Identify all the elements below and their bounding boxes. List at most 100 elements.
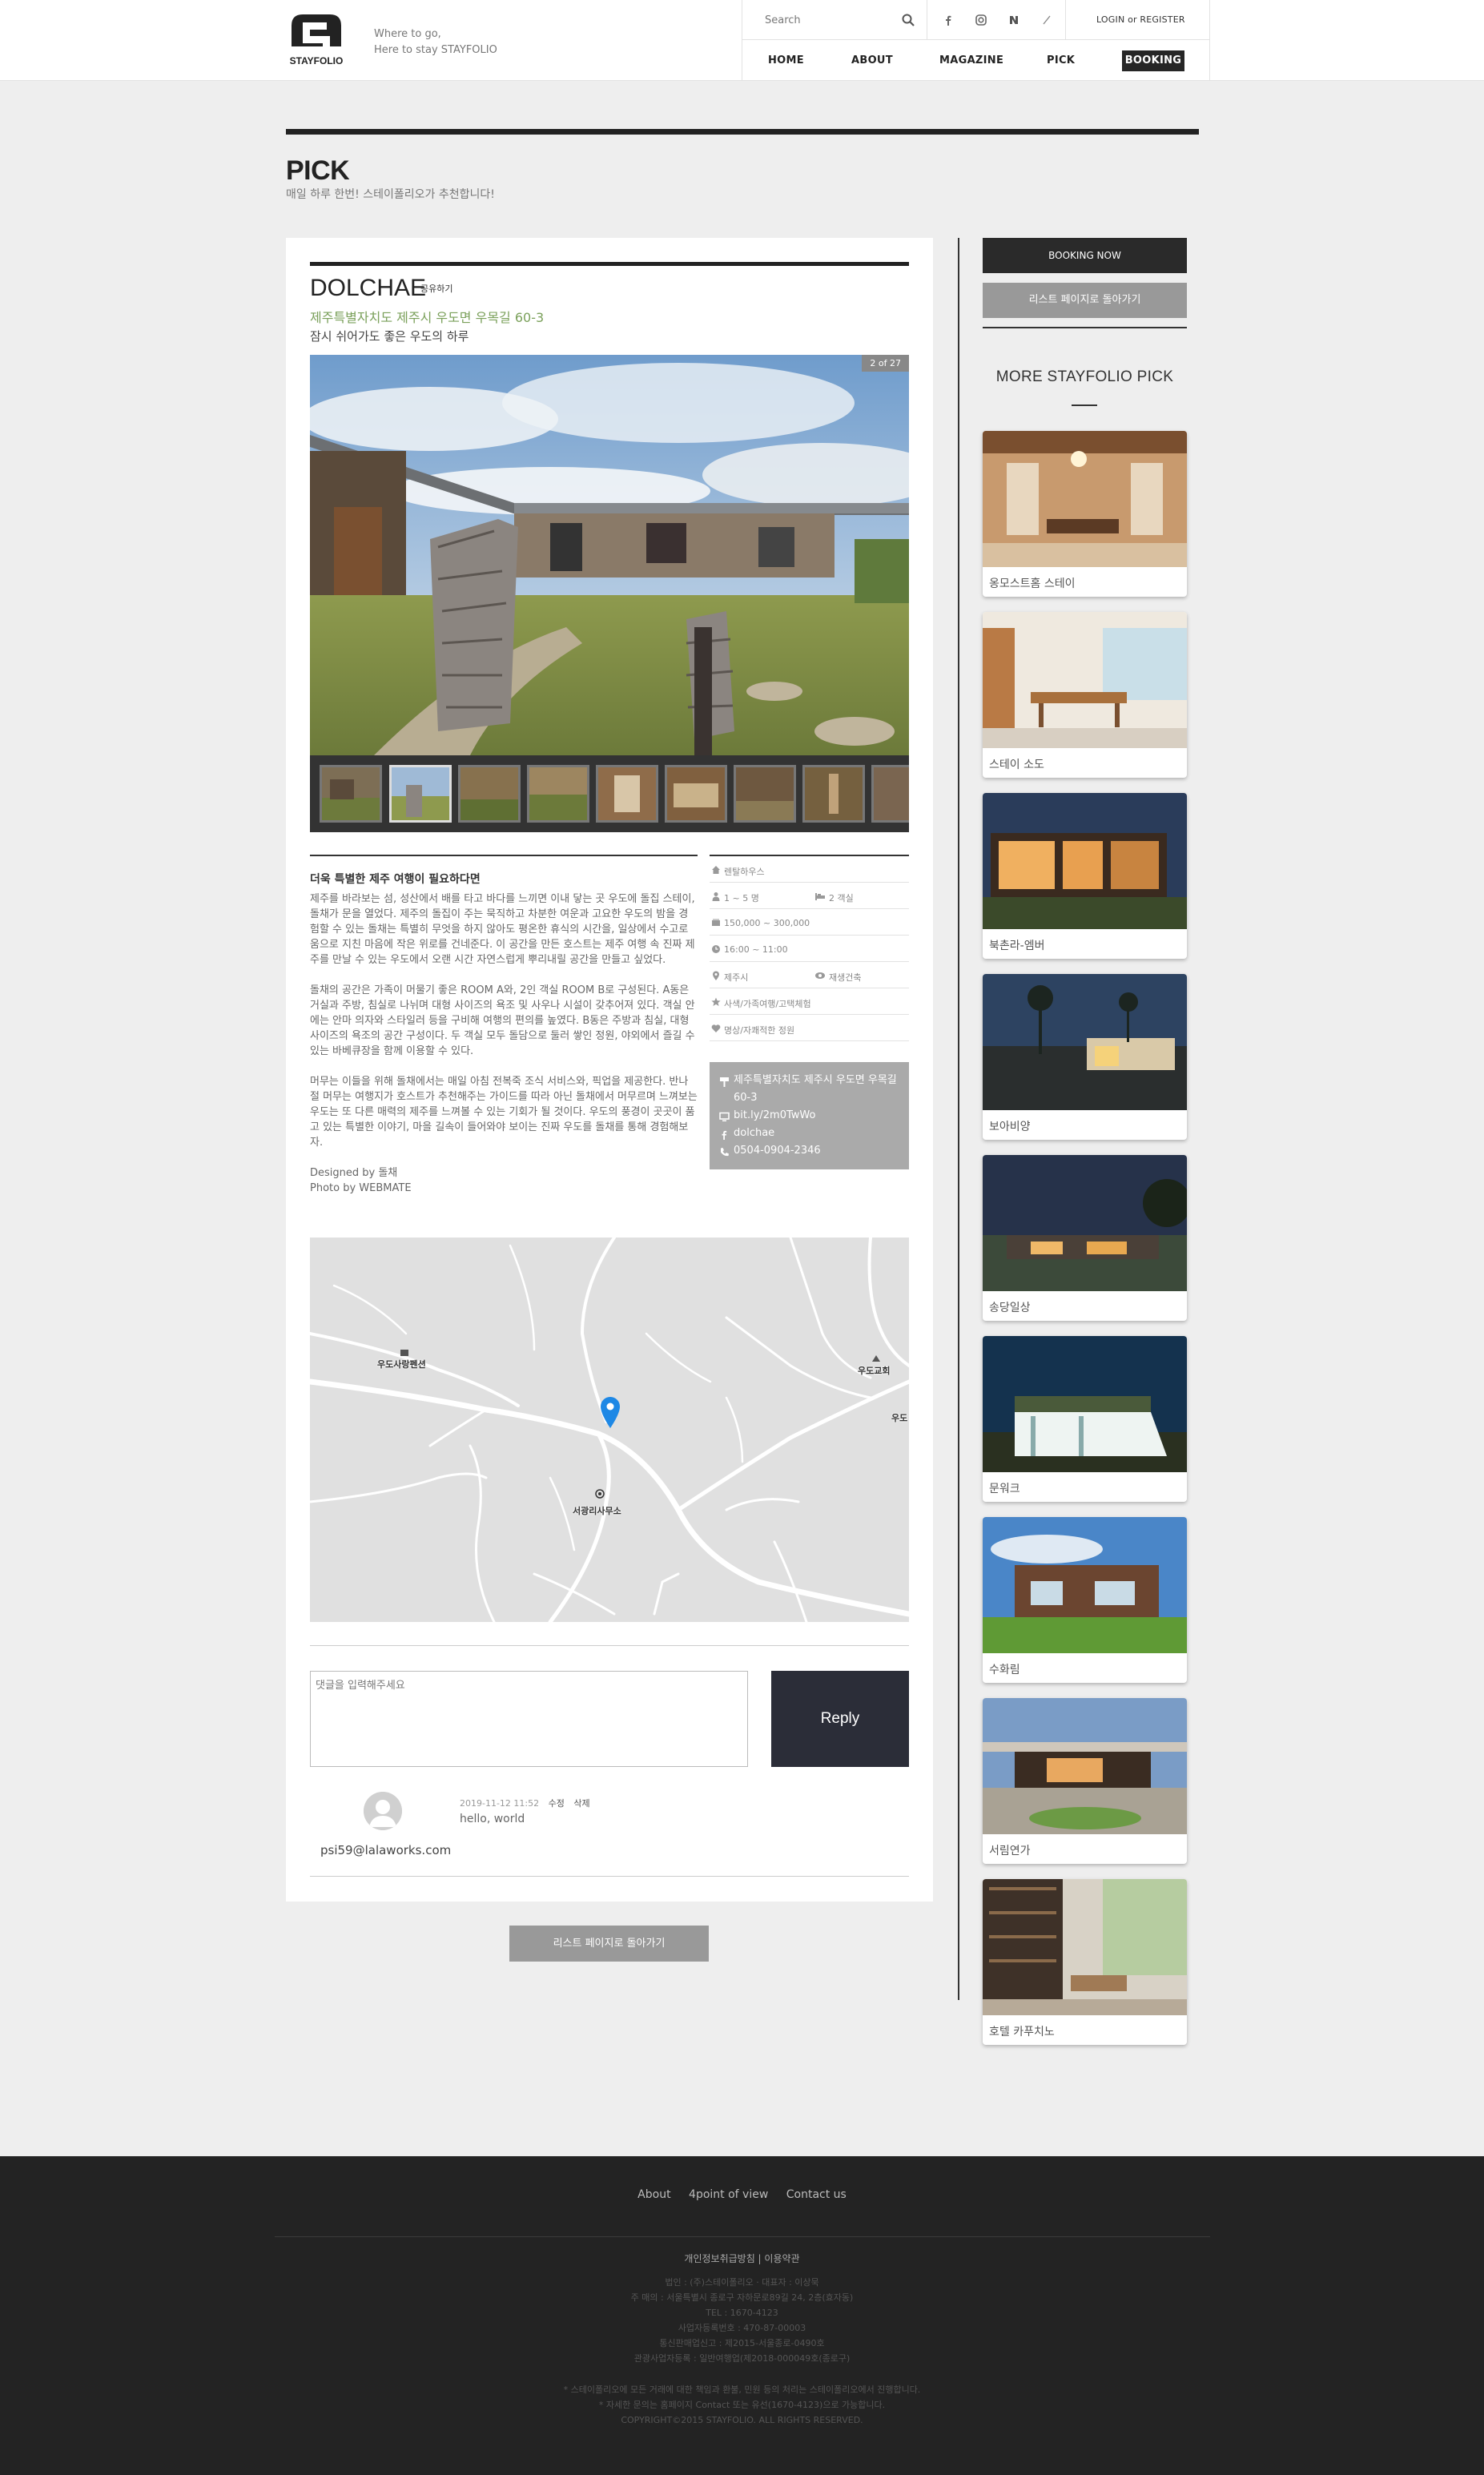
contact-facebook[interactable]: dolchae — [719, 1125, 899, 1142]
heart-icon — [711, 1024, 721, 1033]
pick-card[interactable]: 문워크 — [983, 1336, 1187, 1502]
info-row-region: 제주시 재생건축 — [710, 962, 909, 988]
footer-link-about[interactable]: About — [637, 2188, 670, 2201]
info-price: 150,000 ~ 300,000 — [724, 918, 810, 928]
pick-card[interactable]: 송당일상 — [983, 1155, 1187, 1321]
pick-card[interactable]: 스테이 소도 — [983, 612, 1187, 778]
stayfolio-logo[interactable]: STAYFOLIO — [287, 11, 346, 69]
hero-photo[interactable]: 2 of 27 — [310, 355, 909, 755]
pick-card[interactable]: 수화림 — [983, 1517, 1187, 1683]
footer-link-contact[interactable]: Contact us — [786, 2188, 847, 2201]
divider — [1065, 0, 1066, 40]
thumbnail[interactable] — [802, 765, 865, 823]
pick-card[interactable]: 서림연가 — [983, 1698, 1187, 1864]
bed-icon — [814, 891, 826, 901]
search-input[interactable] — [765, 11, 885, 29]
pick-image — [983, 1879, 1187, 2015]
pick-card[interactable]: 보아비양 — [983, 974, 1187, 1140]
more-picks-dash — [1072, 404, 1097, 406]
comment-rule — [310, 1876, 909, 1877]
pick-image — [983, 1698, 1187, 1834]
map-pin-icon[interactable] — [600, 1396, 621, 1428]
tagline: Where to go, Here to stay STAYFOLIO — [374, 26, 497, 58]
description-paragraph: 돌채의 공간은 가족이 머물기 좋은 ROOM A와, 2인 객실 ROOM B… — [310, 984, 695, 1057]
pick-image — [983, 1336, 1187, 1472]
pick-card[interactable]: 옹모스트홈 스테이 — [983, 431, 1187, 597]
contact-facebook-text[interactable]: dolchae — [734, 1127, 774, 1139]
tagline-line-1: Where to go, — [374, 28, 441, 40]
thumbnail[interactable] — [320, 765, 382, 823]
title-rule — [286, 129, 1199, 135]
facebook-icon[interactable] — [941, 13, 955, 27]
footer-notice-line: * 자세한 문의는 홈페이지 Contact 또는 유선(1670-4123)으… — [598, 2400, 886, 2410]
back-to-list-button[interactable]: 리스트 페이지로 돌아가기 — [509, 1926, 709, 1962]
booking-now-button[interactable]: BOOKING NOW — [983, 238, 1187, 273]
contact-website[interactable]: bit.ly/2m0TwWo — [719, 1107, 899, 1125]
comment-delete-link[interactable]: 삭제 — [573, 1798, 589, 1809]
naver-blog-icon[interactable] — [1007, 13, 1021, 27]
comment-user: psi59@lalaworks.com — [320, 1843, 452, 1857]
footer-rule — [275, 2236, 1210, 2237]
contact-phone[interactable]: 0504-0904-2346 — [719, 1142, 899, 1160]
nav-home[interactable]: HOME — [768, 54, 804, 66]
comment-input[interactable] — [310, 1671, 748, 1767]
info-row-feature1: 사색/가족여행/고택체험 — [710, 988, 909, 1015]
thumbnail[interactable] — [458, 765, 521, 823]
avatar — [364, 1792, 402, 1830]
share-link[interactable]: 공유하기 — [420, 282, 452, 295]
pick-name: 수화림 — [989, 1664, 1020, 1676]
footer-copyright: COPYRIGHT©2015 STAYFOLIO. ALL RIGHTS RES… — [621, 2415, 863, 2425]
info-row-capacity: 1 ~ 5 명 2 객실 — [710, 883, 909, 909]
thumbnail[interactable] — [527, 765, 589, 823]
main-nav: HOME ABOUT MAGAZINE PICK BOOKING — [742, 40, 1209, 80]
location-icon — [711, 971, 721, 980]
pick-card[interactable]: 북촌라-엠버 — [983, 793, 1187, 959]
sign-icon — [719, 1076, 730, 1087]
search-icon[interactable] — [901, 13, 915, 27]
place-tagline: 잠시 쉬어가도 좋은 우도의 하루 — [310, 329, 469, 344]
footer-link-4point[interactable]: 4point of view — [689, 2188, 768, 2201]
description-rule — [310, 855, 698, 856]
pick-name: 문워크 — [989, 1483, 1020, 1495]
footer-info-line: TEL : 1670-4123 — [706, 2308, 778, 2318]
map-label: 서광리사무소 — [573, 1506, 621, 1516]
location-map[interactable]: 우도사랑펜션 우도교회 서광리사무소 우도 — [310, 1238, 909, 1622]
monitor-icon — [719, 1111, 730, 1121]
contact-website-text[interactable]: bit.ly/2m0TwWo — [734, 1109, 815, 1121]
nav-pick[interactable]: PICK — [1047, 54, 1075, 66]
page-title: PICK — [286, 155, 350, 186]
comment-meta: 2019-11-12 11:52 수정 삭제 — [460, 1797, 590, 1809]
footer-notice: * 스테이폴리오에 모든 거래에 대한 책임과 환불, 민원 등의 처리는 스테… — [0, 2382, 1484, 2428]
pen-icon[interactable] — [1040, 13, 1054, 27]
thumbnail[interactable] — [734, 765, 796, 823]
contact-phone-text[interactable]: 0504-0904-2346 — [734, 1145, 821, 1157]
money-icon — [711, 918, 721, 928]
map-label: 우도 — [891, 1413, 908, 1423]
home-icon — [711, 865, 721, 875]
description-title: 더욱 특별한 제주 여행이 필요하다면 — [310, 873, 481, 886]
nav-about[interactable]: ABOUT — [851, 54, 893, 66]
footer-info-line: 사업자등록번호 : 470-87-00003 — [678, 2323, 806, 2333]
login-register-link[interactable]: LOGIN or REGISTER — [1096, 14, 1185, 25]
thumbnail[interactable] — [871, 765, 909, 823]
instagram-icon[interactable] — [974, 13, 988, 27]
nav-booking[interactable]: BOOKING — [1122, 50, 1184, 71]
description-paragraph: 머무는 이들을 위해 돌채에서는 매일 아침 전복죽 조식 서비스와, 픽업을 … — [310, 1076, 698, 1149]
pick-card[interactable]: 호텔 카푸치노 — [983, 1879, 1187, 2045]
reply-button[interactable]: Reply — [771, 1671, 909, 1767]
footer-info-line: 관광사업자등록 : 일반여행업(제2018-000049호(종로구) — [633, 2353, 851, 2364]
pick-image — [983, 431, 1187, 567]
footer-policy-links[interactable]: 개인정보취급방침 | 이용약관 — [0, 2252, 1484, 2265]
footer-info-line: 주 매의 : 서울특별시 종로구 자하문로89길 24, 2층(효자동) — [630, 2292, 854, 2303]
sidebar-rule — [983, 327, 1187, 328]
info-panel: 렌탈하우스 1 ~ 5 명 2 객실 150,000 ~ 300,000 16:… — [710, 855, 909, 1169]
thumbnail[interactable] — [389, 765, 452, 823]
back-to-list-button[interactable]: 리스트 페이지로 돌아가기 — [983, 283, 1187, 318]
pick-image — [983, 974, 1187, 1110]
site-footer: About 4point of view Contact us 개인정보취급방침… — [0, 2156, 1484, 2475]
info-tag: 재생건축 — [829, 972, 862, 983]
nav-magazine[interactable]: MAGAZINE — [939, 54, 1003, 66]
comment-edit-link[interactable]: 수정 — [549, 1798, 565, 1809]
thumbnail[interactable] — [596, 765, 658, 823]
thumbnail[interactable] — [665, 765, 727, 823]
